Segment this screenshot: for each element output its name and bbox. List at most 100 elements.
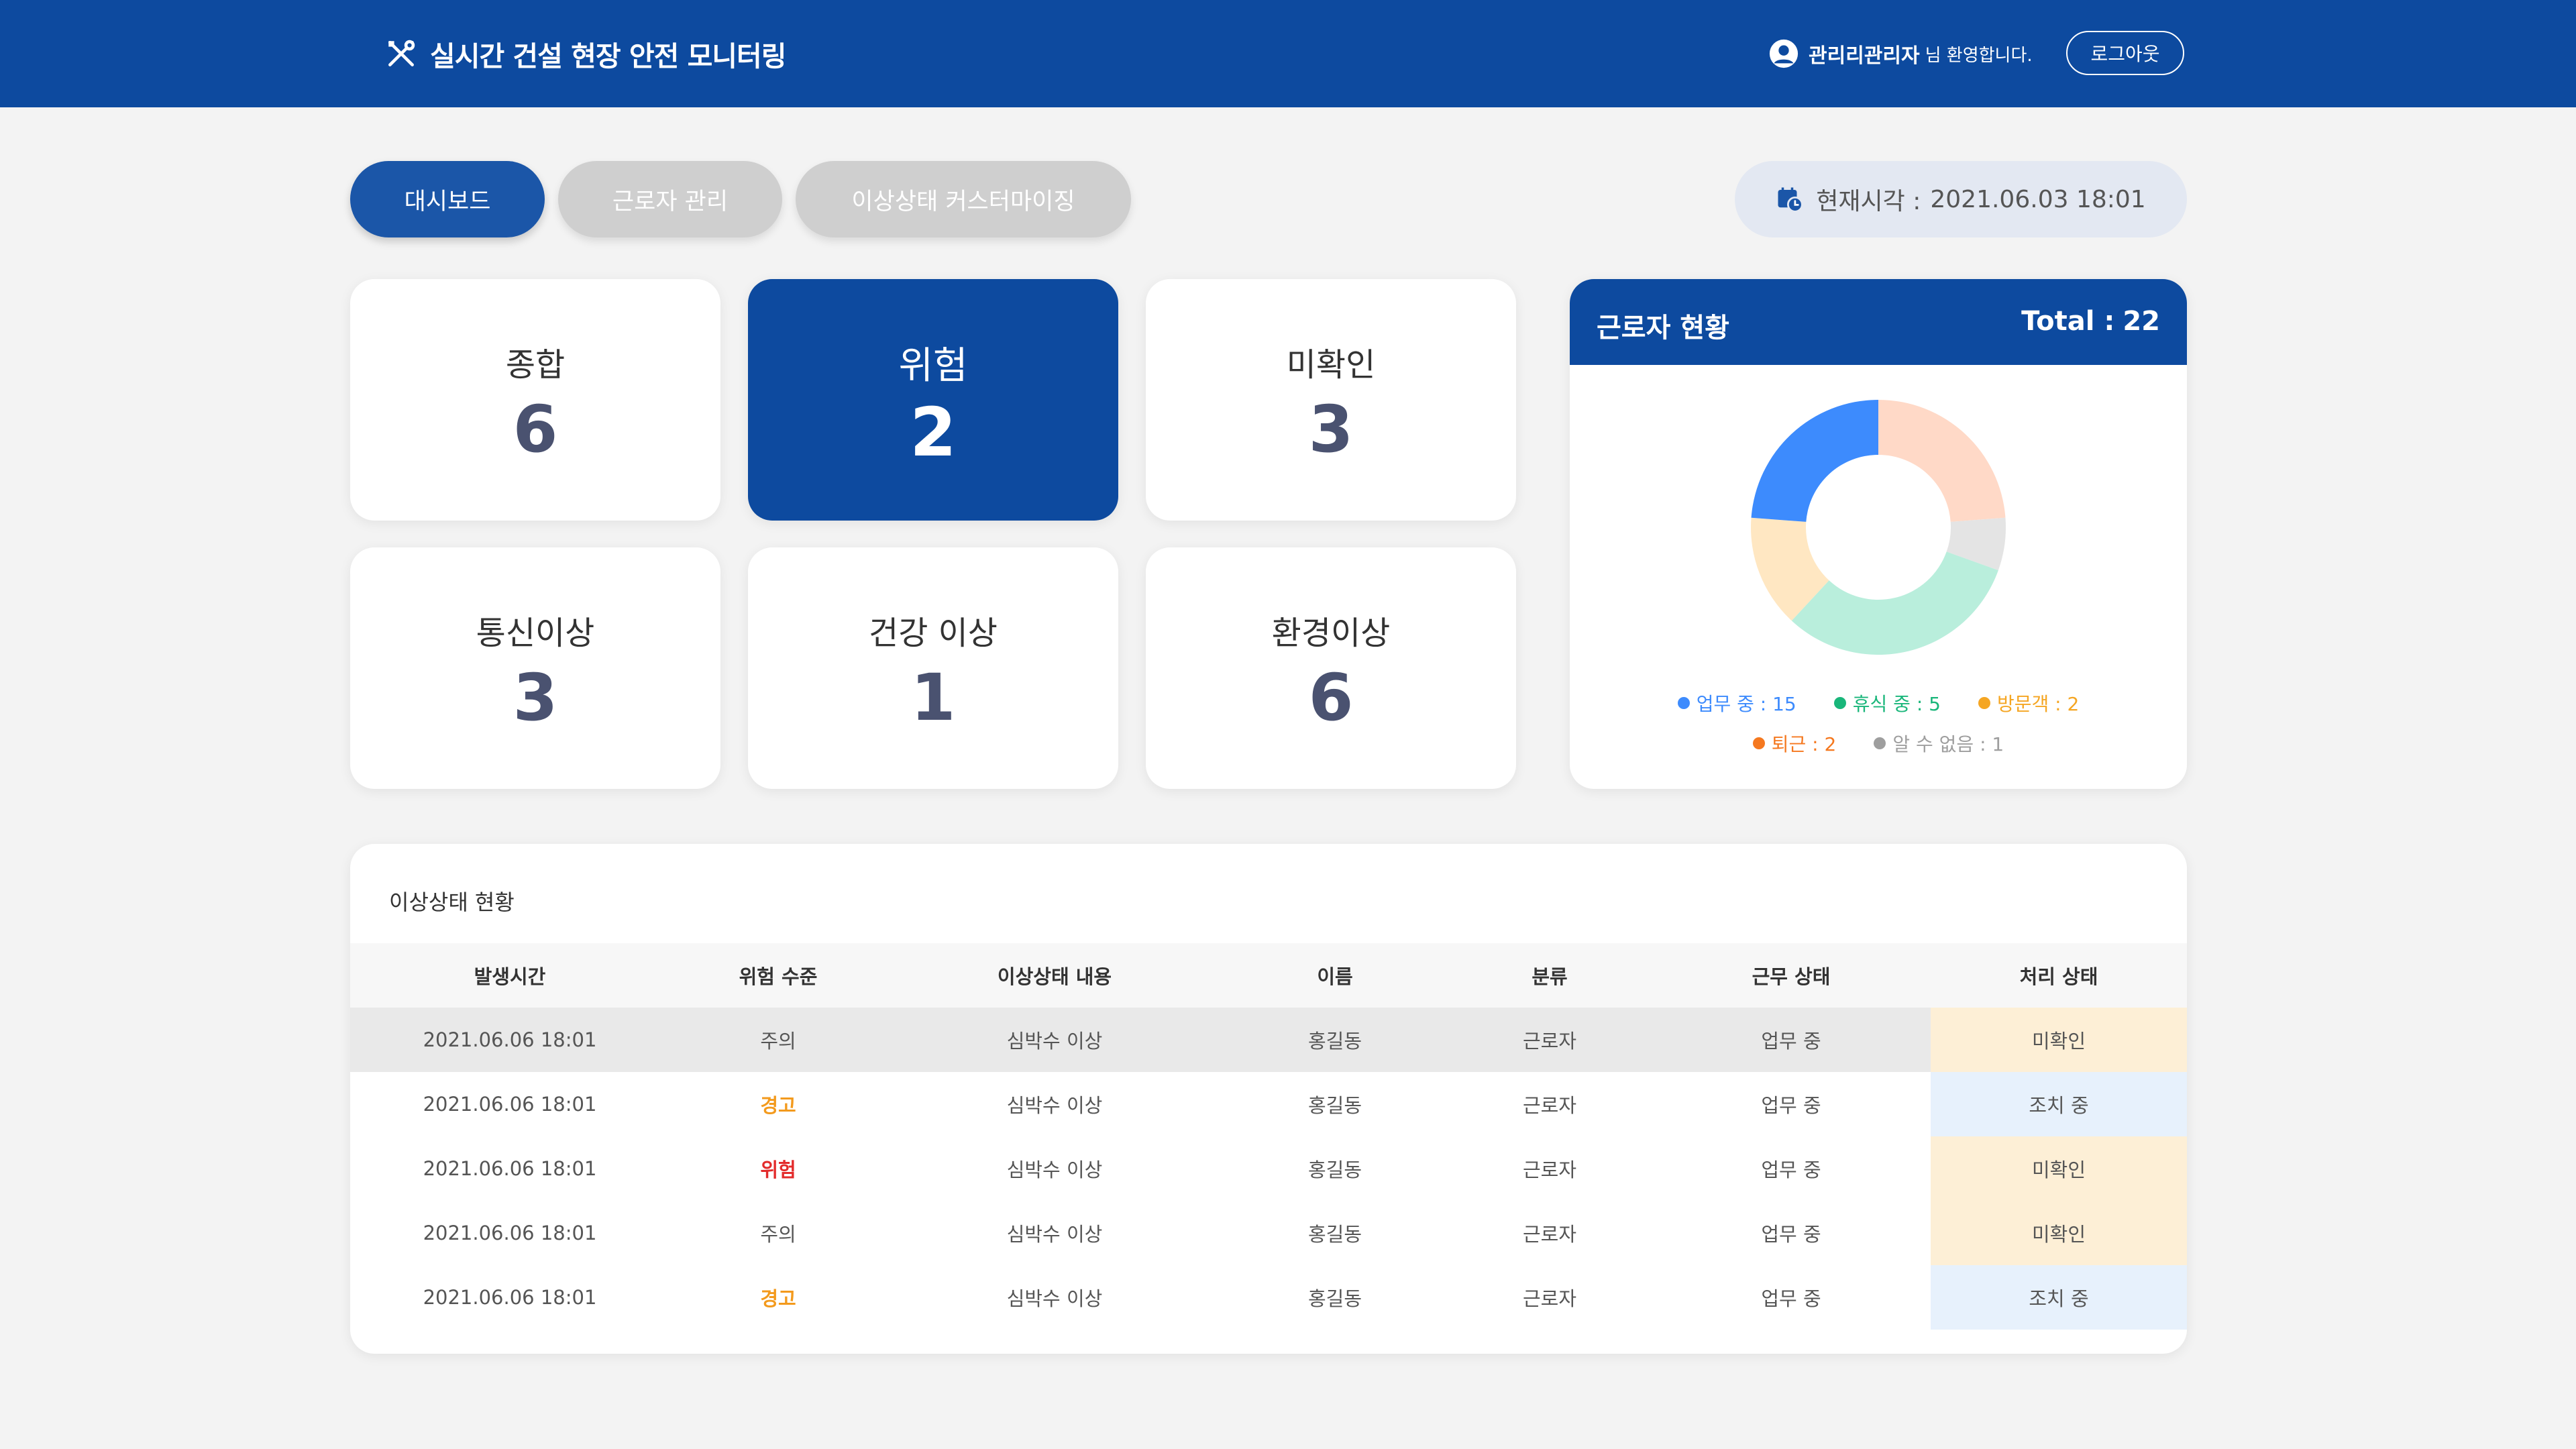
worker-total-label: Total : <box>2021 306 2115 337</box>
table-header-row: 발생시간 위험 수준 이상상태 내용 이름 분류 근무 상태 처리 상태 <box>350 943 2187 1008</box>
cell-level: 주의 <box>669 1008 887 1072</box>
stat-value: 2 <box>910 393 957 472</box>
column-header[interactable]: 이름 <box>1222 943 1448 1008</box>
column-header[interactable]: 발생시간 <box>350 943 669 1008</box>
legend-item: 알 수 없음 : 1 <box>1874 730 2004 757</box>
table-row[interactable]: 2021.06.06 18:01 경고 심박수 이상 홍길동 근로자 업무 중 … <box>350 1072 2187 1136</box>
welcome-text: 님 환영합니다. <box>1925 45 2033 66</box>
legend-label: 방문객 : 2 <box>1996 693 2080 715</box>
legend-dot <box>1752 737 1765 749</box>
legend-item: 휴식 중 : 5 <box>1833 690 1941 716</box>
current-time-label: 현재시각 : <box>1816 188 1921 215</box>
stat-value: 1 <box>910 660 956 735</box>
donut-slice <box>1751 400 1878 522</box>
chart-legend: 업무 중 : 15 휴식 중 : 5 방문객 : 2 <box>1570 690 2187 716</box>
tools-icon <box>388 40 415 66</box>
stat-card-communication[interactable]: 통신이상 3 <box>350 547 720 789</box>
stat-value: 6 <box>1308 660 1354 735</box>
table-row[interactable]: 2021.06.06 18:01 주의 심박수 이상 홍길동 근로자 업무 중 … <box>350 1008 2187 1072</box>
cell-time: 2021.06.06 18:01 <box>423 1157 597 1180</box>
cell-process-status: 미확인 <box>1931 1201 2187 1265</box>
cell-level: 위험 <box>760 1159 796 1181</box>
donut-slice <box>1791 551 1998 655</box>
cell-category: 근로자 <box>1448 1008 1652 1072</box>
cell-category: 근로자 <box>1522 1223 1577 1246</box>
cell-level: 주의 <box>760 1223 796 1246</box>
stat-card-environment[interactable]: 환경이상 6 <box>1146 547 1516 789</box>
cell-time: 2021.06.06 18:01 <box>350 1008 669 1072</box>
cell-name: 홍길동 <box>1307 1159 1362 1181</box>
stat-card-danger[interactable]: 위험 2 <box>748 279 1118 521</box>
column-header[interactable]: 위험 수준 <box>669 943 887 1008</box>
stat-label: 통신이상 <box>476 614 595 652</box>
logout-button[interactable]: 로그아웃 <box>2066 31 2184 75</box>
alerts-table: 발생시간 위험 수준 이상상태 내용 이름 분류 근무 상태 처리 상태 202… <box>350 943 2187 1330</box>
stat-label: 위험 <box>898 344 968 388</box>
alerts-panel: 이상상태 현황 발생시간 위험 수준 이상상태 내용 이름 분류 근무 상태 처… <box>350 844 2187 1354</box>
stat-value: 3 <box>1308 392 1354 467</box>
chart-legend: 퇴근 : 2 알 수 없음 : 1 <box>1570 730 2187 757</box>
cell-level: 경고 <box>760 1287 796 1310</box>
cell-work-status: 업무 중 <box>1761 1094 1821 1117</box>
tab-dashboard[interactable]: 대시보드 <box>350 161 545 237</box>
cell-name: 홍길동 <box>1307 1094 1362 1117</box>
donut-slice <box>1878 400 2006 522</box>
table-row[interactable]: 2021.06.06 18:01 위험 심박수 이상 홍길동 근로자 업무 중 … <box>350 1136 2187 1201</box>
brand: 실시간 건설 현장 안전 모니터링 <box>384 34 786 74</box>
stat-label: 건강 이상 <box>869 614 998 652</box>
cell-work-status: 업무 중 <box>1761 1287 1821 1310</box>
tab-anomaly-customizing[interactable]: 이상상태 커스터마이징 <box>796 161 1131 237</box>
table-row[interactable]: 2021.06.06 18:01 주의 심박수 이상 홍길동 근로자 업무 중 … <box>350 1201 2187 1265</box>
cell-work-status: 업무 중 <box>1652 1008 1931 1072</box>
cell-category: 근로자 <box>1522 1287 1577 1310</box>
cell-process-status: 미확인 <box>1931 1136 2187 1201</box>
cell-process-status: 조치 중 <box>1931 1265 2187 1330</box>
cell-name: 홍길동 <box>1222 1008 1448 1072</box>
cell-category: 근로자 <box>1522 1159 1577 1181</box>
cell-content: 심박수 이상 <box>1006 1223 1103 1246</box>
cell-time: 2021.06.06 18:01 <box>423 1093 597 1116</box>
legend-dot <box>1978 697 1990 709</box>
stat-value: 6 <box>513 392 558 467</box>
legend-label: 알 수 없음 : 1 <box>1892 733 2004 755</box>
cell-content: 심박수 이상 <box>887 1008 1222 1072</box>
legend-item: 퇴근 : 2 <box>1752 730 1837 757</box>
column-header[interactable]: 근무 상태 <box>1652 943 1931 1008</box>
legend-label: 업무 중 : 15 <box>1696 693 1796 715</box>
column-header[interactable]: 분류 <box>1448 943 1652 1008</box>
table-row[interactable]: 2021.06.06 18:01 경고 심박수 이상 홍길동 근로자 업무 중 … <box>350 1265 2187 1330</box>
cell-time: 2021.06.06 18:01 <box>423 1222 597 1244</box>
stat-card-total[interactable]: 종합 6 <box>350 279 720 521</box>
cell-process-status: 조치 중 <box>1931 1072 2187 1136</box>
legend-label: 휴식 중 : 5 <box>1852 693 1941 715</box>
worker-status-header: 근로자 현황 Total : 22 <box>1570 279 2187 365</box>
column-header[interactable]: 이상상태 내용 <box>887 943 1222 1008</box>
legend-item: 업무 중 : 15 <box>1677 690 1796 716</box>
worker-total: Total : 22 <box>2021 306 2160 337</box>
cell-work-status: 업무 중 <box>1761 1223 1821 1246</box>
stat-label: 환경이상 <box>1271 614 1391 652</box>
stat-card-unchecked[interactable]: 미확인 3 <box>1146 279 1516 521</box>
column-header[interactable]: 처리 상태 <box>1931 943 2187 1008</box>
cell-process-status: 미확인 <box>1931 1008 2187 1072</box>
legend-dot <box>1677 697 1690 709</box>
stat-label: 종합 <box>505 346 566 384</box>
stat-value: 3 <box>513 660 558 735</box>
legend-dot <box>1833 697 1846 709</box>
top-header: 실시간 건설 현장 안전 모니터링 관리리관리자 님 환영합니다. 로그아웃 <box>0 0 2576 107</box>
cell-time: 2021.06.06 18:01 <box>423 1286 597 1309</box>
cell-content: 심박수 이상 <box>1006 1094 1103 1117</box>
cell-name: 홍길동 <box>1307 1287 1362 1310</box>
worker-total-value: 22 <box>2123 306 2160 337</box>
stat-label: 미확인 <box>1286 346 1376 384</box>
tab-worker-management[interactable]: 근로자 관리 <box>558 161 782 237</box>
cell-work-status: 업무 중 <box>1761 1159 1821 1181</box>
cell-category: 근로자 <box>1522 1094 1577 1117</box>
legend-item: 방문객 : 2 <box>1978 690 2079 716</box>
stat-card-health[interactable]: 건강 이상 1 <box>748 547 1118 789</box>
cell-level: 경고 <box>760 1094 796 1117</box>
cell-content: 심박수 이상 <box>1006 1159 1103 1181</box>
page-title: 실시간 건설 현장 안전 모니터링 <box>430 40 786 72</box>
legend-label: 퇴근 : 2 <box>1771 733 1837 755</box>
legend-dot <box>1874 737 1886 749</box>
